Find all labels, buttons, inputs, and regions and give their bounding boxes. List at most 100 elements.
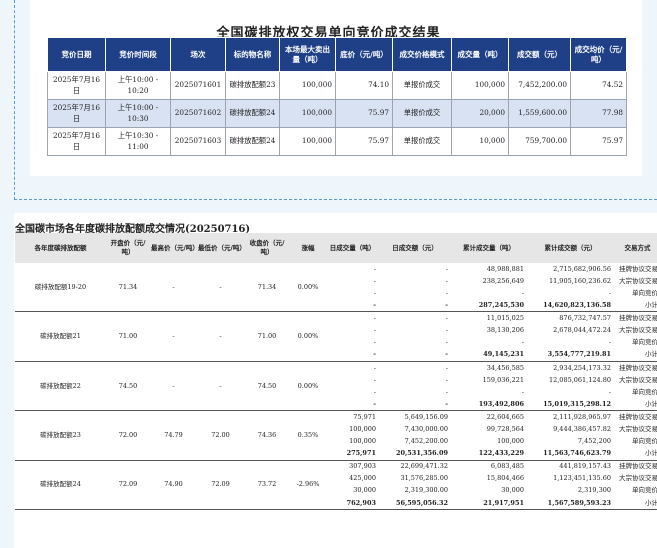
annual-cell: 14,620,823,136.58	[527, 299, 614, 313]
annual-cell: -	[445, 276, 448, 285]
annual-group-high: -	[150, 263, 197, 313]
annual-cell: -	[379, 398, 451, 412]
auction-cell: 碳排放配额23	[225, 71, 280, 100]
annual-group-high: 74.90	[150, 460, 197, 510]
auction-cell: 2025年7月16日	[47, 71, 106, 100]
annual-group-name: 碳排放配额24	[15, 460, 106, 510]
annual-cell: 56,595,056.32	[379, 496, 451, 510]
annual-row: 碳排放配额19-20 71.34- -71.34 0.00% - -48,988,881 2…	[15, 263, 657, 313]
annual-cell: 99,728,564	[486, 425, 524, 434]
annual-cell: 大宗协议交易	[619, 276, 657, 285]
annual-cell: -	[445, 264, 448, 273]
auction-cell: 100,000	[279, 99, 336, 128]
annual-cell: -	[379, 299, 451, 313]
auction-header-cell: 竞价时间段	[105, 37, 171, 72]
auction-header-cell: 标的物名称	[225, 37, 280, 72]
auction-cell: 20,000	[451, 99, 509, 128]
annual-cell: -	[445, 326, 448, 335]
annual-header-cell: 收盘价（元/吨）	[244, 233, 290, 263]
annual-cell: 2,715,682,906.56	[553, 264, 611, 273]
annual-summary-table: 各年度碳排放配额 开盘价（元/吨） 最高价（元/吨） 最低价（元/吨） 收盘价（元/吨）…	[15, 233, 657, 510]
annual-cell: -	[373, 264, 376, 273]
annual-cell: 31,576,285.00	[400, 474, 448, 483]
auction-cell: 单报价成交	[392, 99, 452, 128]
annual-cell: 3,554,777,219.81	[527, 348, 614, 362]
annual-cell: 小计	[614, 447, 657, 461]
annual-row: 碳排放配额21 71.00- -71.00 0.00% - -11,015,025 876,…	[15, 311, 657, 362]
annual-group-change: 0.00%	[290, 263, 326, 313]
auction-cell: 上午10:00 - 10:30	[105, 99, 171, 128]
annual-cell: 1,567,589,593.23	[527, 496, 614, 510]
annual-cell: -	[373, 387, 376, 396]
annual-cell: 100,000	[497, 437, 524, 446]
annual-cell: -	[326, 348, 379, 362]
annual-cell: 275,971	[326, 447, 379, 461]
annual-cell: -	[373, 314, 376, 323]
annual-cell: -	[445, 387, 448, 396]
annual-cell: 11,563,746,623.79	[527, 447, 614, 461]
annual-cell: -	[608, 338, 611, 347]
annual-cell: 7,452,200	[577, 437, 611, 446]
annual-cell: -	[445, 314, 448, 323]
annual-cell: 15,804,466	[486, 474, 524, 483]
annual-cell: 876,732,747.57	[559, 314, 611, 323]
annual-cell: 238,256,649	[482, 276, 524, 285]
annual-cell: 22,604,665	[486, 412, 524, 421]
annual-cell: -	[373, 276, 376, 285]
annual-cell: -	[521, 387, 524, 396]
annual-cell: 48,988,881	[486, 264, 524, 273]
annual-row: 碳排放配额22 74.50- -74.50 0.00% - -34,456,585 2,93…	[15, 361, 657, 412]
annual-group-high: -	[150, 361, 197, 412]
annual-cell: 小计	[614, 398, 657, 412]
annual-header-cell: 最低价（元/吨）	[197, 233, 246, 263]
annual-cell: 34,456,585	[486, 363, 524, 372]
annual-group-high: -	[150, 311, 197, 362]
annual-cell: 9,444,386,457.82	[553, 425, 611, 434]
annual-cell: -	[445, 338, 448, 347]
annual-cell: 大宗协议交易	[619, 375, 657, 384]
auction-header-cell: 本场最大卖出量（吨）	[279, 37, 336, 72]
annual-cell: 2,934,254,173.32	[553, 363, 611, 372]
annual-cell: 193,492,806	[451, 398, 527, 412]
annual-cell: 挂牌协议交易	[619, 363, 657, 372]
annual-cell: 21,917,951	[451, 496, 527, 510]
auction-header-cell: 成交价格模式	[392, 37, 452, 72]
auction-cell: 759,700.00	[508, 127, 571, 156]
annual-group-low: -	[197, 263, 244, 313]
auction-cell: 单报价成交	[392, 71, 452, 100]
annual-cell: 1,123,451,135.60	[553, 474, 611, 483]
annual-cell: 小计	[614, 348, 657, 362]
annual-group-change: 0.00%	[290, 311, 326, 362]
annual-group-open: 71.00	[106, 311, 150, 362]
annual-cell: -	[373, 288, 376, 297]
annual-group-close: 74.36	[244, 410, 290, 461]
annual-header-cell: 累计成交额（元）	[527, 233, 614, 263]
auction-row: 2025年7月16日 上午10:00 - 10:20 2025071601 碳排放配额…	[47, 71, 627, 100]
annual-header-cell: 开盘价（元/吨）	[106, 233, 150, 263]
auction-cell: 单报价成交	[392, 127, 452, 156]
auction-cell: 上午10:30 - 11:00	[105, 127, 171, 156]
auction-cell: 10,000	[451, 127, 509, 156]
annual-cell: -	[326, 299, 379, 313]
auction-cell: 7,452,200.00	[508, 71, 571, 100]
annual-cell: 挂牌协议交易	[619, 264, 657, 273]
annual-cell: 11,905,160,236.62	[548, 276, 611, 285]
auction-cell: 上午10:00 - 10:20	[105, 71, 171, 100]
auction-cell: 75.97	[335, 99, 393, 128]
auction-cell: 74.10	[335, 71, 393, 100]
annual-cell: -	[445, 363, 448, 372]
annual-cell: -	[521, 338, 524, 347]
annual-group-name: 碳排放配额22	[15, 361, 106, 412]
annual-cell: 20,531,356.09	[379, 447, 451, 461]
annual-cell: 100,000	[349, 425, 376, 434]
annual-header-cell: 累计成交量（吨）	[451, 233, 527, 263]
annual-cell: -	[521, 288, 524, 297]
auction-cell: 75.97	[335, 127, 393, 156]
annual-cell: -	[373, 375, 376, 384]
auction-cell: 碳排放配额24	[225, 127, 280, 156]
annual-cell: 2,319,300.00	[404, 486, 448, 495]
annual-group-name: 碳排放配额19-20	[15, 263, 106, 313]
annual-cell: 30,000	[353, 486, 376, 495]
auction-row: 2025年7月16日 上午10:30 - 11:00 2025071603 碳排放配额…	[47, 127, 627, 156]
auction-cell: 100,000	[279, 71, 336, 100]
